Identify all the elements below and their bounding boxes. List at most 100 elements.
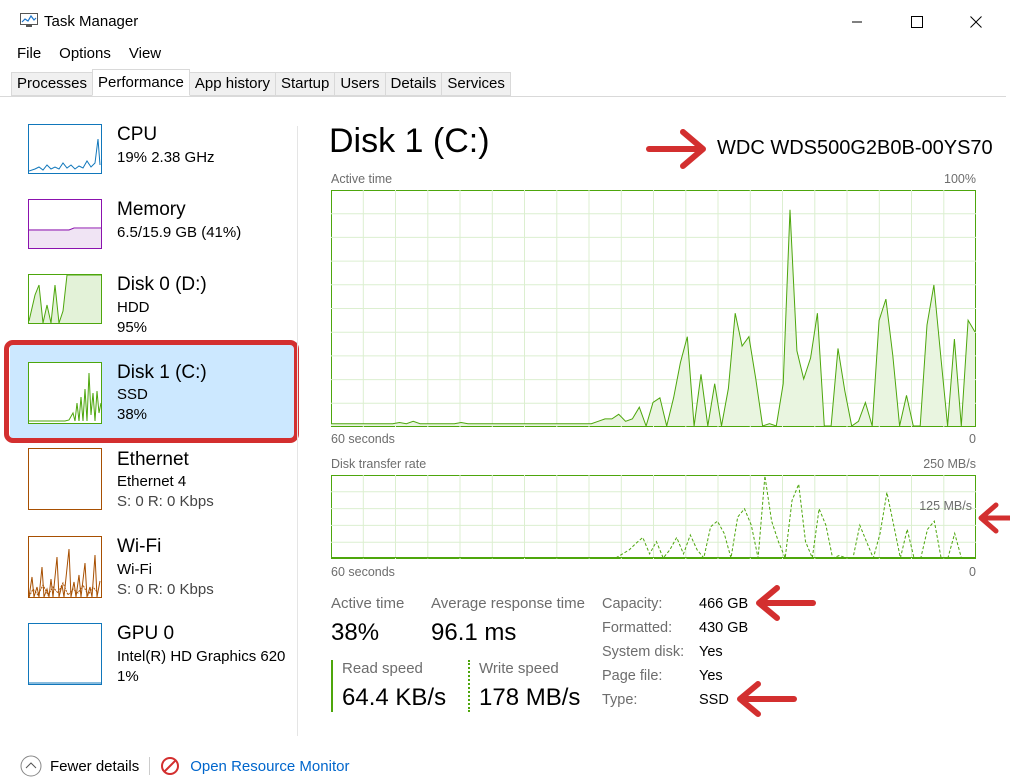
sidebar-item-throughput: S: 0 R: 0 Kbps xyxy=(117,581,214,598)
annotation-arrow-transfer xyxy=(978,502,1010,534)
footer-bar: Fewer details Open Resource Monitor xyxy=(20,755,349,777)
menu-view[interactable]: View xyxy=(120,44,170,64)
panel-divider xyxy=(297,126,298,736)
close-button[interactable] xyxy=(956,8,996,36)
menu-bar: File Options View xyxy=(8,44,170,64)
tab-strip: Processes Performance App history Startu… xyxy=(11,69,511,96)
page-title: Disk 1 (C:) xyxy=(329,122,490,160)
wifi-thumbnail xyxy=(28,536,102,598)
avg-response-label: Average response time xyxy=(431,595,585,612)
sidebar-item-ethernet[interactable]: Ethernet Ethernet 4 S: 0 R: 0 Kbps xyxy=(10,442,297,526)
active-time-graph-label: Active time xyxy=(331,172,393,186)
fewer-details-label: Fewer details xyxy=(50,757,140,775)
memory-thumbnail xyxy=(28,199,102,249)
transfer-graph-label: Disk transfer rate xyxy=(331,457,427,471)
active-time-graph-min: 0 xyxy=(969,432,976,446)
avg-response-value: 96.1 ms xyxy=(431,619,517,646)
resource-monitor-icon xyxy=(161,757,180,775)
transfer-rate-graph xyxy=(331,475,976,559)
active-time-value: 38% xyxy=(331,619,380,646)
wifi-mini-graph xyxy=(28,548,101,598)
sidebar-item-percent: 1% xyxy=(117,668,139,685)
page-file-value: Yes xyxy=(699,668,723,684)
sidebar-item-label: Ethernet xyxy=(117,449,189,470)
sidebar-item-cpu[interactable]: CPU 19% 2.38 GHz xyxy=(10,118,297,202)
system-disk-value: Yes xyxy=(699,644,723,660)
sidebar-item-detail: Ethernet 4 xyxy=(117,473,187,490)
tab-users[interactable]: Users xyxy=(334,72,386,96)
sidebar-item-percent: 95% xyxy=(117,319,148,336)
transfer-graph-mid: 125 MB/s xyxy=(919,499,972,513)
menu-options[interactable]: Options xyxy=(50,44,120,64)
maximize-button[interactable] xyxy=(897,8,937,36)
tab-divider xyxy=(0,96,1006,97)
chevron-up-icon xyxy=(20,755,42,777)
sidebar-item-detail: 6.5/15.9 GB (41%) xyxy=(117,224,242,241)
write-speed-value: 178 MB/s xyxy=(479,684,581,711)
task-manager-icon xyxy=(20,13,38,27)
disk-model: WDC WDS500G2B0B-00YS70 xyxy=(717,137,993,159)
sidebar-item-label: Memory xyxy=(117,199,186,220)
footer-separator xyxy=(149,757,151,775)
type-label: Type: xyxy=(602,692,638,708)
sidebar-item-label: CPU xyxy=(117,124,158,145)
disk0-mini-graph xyxy=(28,274,101,324)
minimize-icon xyxy=(852,21,862,23)
sidebar-item-gpu[interactable]: GPU 0 Intel(R) HD Graphics 620 1% xyxy=(10,617,297,701)
transfer-graph-max: 250 MB/s xyxy=(923,457,976,471)
cpu-mini-graph xyxy=(28,138,101,172)
minimize-button[interactable] xyxy=(837,8,877,36)
capacity-label: Capacity: xyxy=(602,596,663,612)
sidebar-item-memory[interactable]: Memory 6.5/15.9 GB (41%) xyxy=(10,193,297,277)
tab-details[interactable]: Details xyxy=(384,72,443,96)
sidebar-item-label: Wi-Fi xyxy=(117,536,162,557)
read-speed-value: 64.4 KB/s xyxy=(342,684,447,711)
disk0-thumbnail xyxy=(28,274,102,324)
tab-startup[interactable]: Startup xyxy=(274,72,336,96)
tab-processes[interactable]: Processes xyxy=(11,72,94,96)
open-resource-monitor-link[interactable]: Open Resource Monitor xyxy=(190,758,349,775)
annotation-arrow-model xyxy=(646,129,706,169)
type-value: SSD xyxy=(699,692,729,708)
maximize-icon xyxy=(911,16,923,28)
memory-mini-graph xyxy=(29,227,101,248)
active-time-graph-max: 100% xyxy=(944,172,976,186)
read-speed-label: Read speed xyxy=(342,660,423,677)
system-disk-label: System disk: xyxy=(602,644,685,660)
ethernet-thumbnail xyxy=(28,448,102,510)
read-speed-legend-line xyxy=(331,660,333,712)
window-title: Task Manager xyxy=(44,13,139,30)
capacity-value: 466 GB xyxy=(699,596,749,612)
cpu-thumbnail xyxy=(28,124,102,174)
menu-file[interactable]: File xyxy=(8,44,50,64)
write-speed-legend-line xyxy=(468,660,470,712)
annotation-arrow-type xyxy=(737,681,797,717)
sidebar-item-label: Disk 0 (D:) xyxy=(117,274,207,295)
active-time-label: Active time xyxy=(331,595,405,612)
transfer-graph-min: 0 xyxy=(969,565,976,579)
sidebar-item-detail: HDD xyxy=(117,299,150,316)
sidebar-item-wifi[interactable]: Wi-Fi Wi-Fi S: 0 R: 0 Kbps xyxy=(10,530,297,614)
title-bar: Task Manager xyxy=(0,0,1010,44)
tab-app-history[interactable]: App history xyxy=(188,72,276,96)
sidebar-item-detail: Wi-Fi xyxy=(117,561,152,578)
transfer-graph-window: 60 seconds xyxy=(331,565,395,579)
annotation-arrow-capacity xyxy=(756,585,816,621)
write-speed-label: Write speed xyxy=(479,660,559,677)
close-icon xyxy=(970,16,982,28)
tab-performance[interactable]: Performance xyxy=(92,69,190,96)
formatted-value: 430 GB xyxy=(699,620,749,636)
formatted-label: Formatted: xyxy=(602,620,673,636)
sidebar-item-label: GPU 0 xyxy=(117,623,175,644)
sidebar-item-throughput: S: 0 R: 0 Kbps xyxy=(117,493,214,510)
sidebar-item-detail: Intel(R) HD Graphics 620 xyxy=(117,648,286,665)
active-time-graph xyxy=(331,190,976,427)
annotation-highlight-box xyxy=(4,340,299,443)
fewer-details-button[interactable]: Fewer details xyxy=(20,755,139,777)
gpu-thumbnail xyxy=(28,623,102,685)
sidebar-item-detail: 19% 2.38 GHz xyxy=(117,149,215,166)
gpu-mini-graph xyxy=(29,682,101,684)
active-time-graph-window: 60 seconds xyxy=(331,432,395,446)
tab-services[interactable]: Services xyxy=(441,72,511,96)
page-file-label: Page file: xyxy=(602,668,663,684)
